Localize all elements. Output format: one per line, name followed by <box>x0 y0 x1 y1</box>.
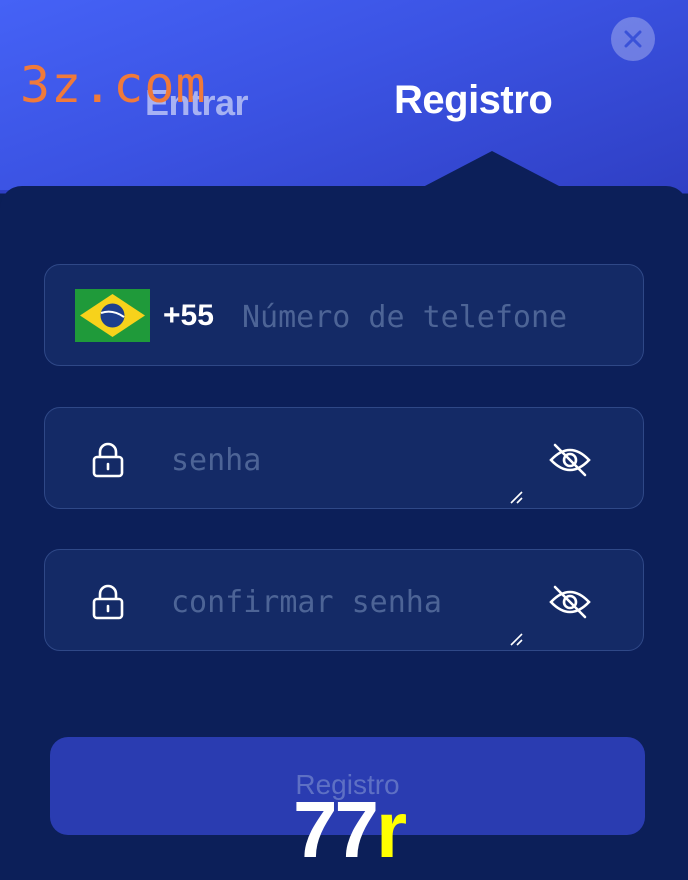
tab-registro[interactable]: Registro <box>394 78 553 123</box>
active-tab-indicator <box>423 151 561 187</box>
resize-grip-icon[interactable] <box>509 490 523 504</box>
confirm-password-input[interactable] <box>169 578 523 626</box>
phone-input[interactable] <box>240 293 604 341</box>
lock-icon <box>92 442 124 478</box>
password-field[interactable] <box>44 407 644 509</box>
brazil-flag-icon[interactable] <box>75 289 150 342</box>
brand-badge: 77r <box>293 790 407 870</box>
eye-off-icon[interactable] <box>548 442 592 478</box>
close-icon <box>624 30 642 48</box>
resize-grip-icon[interactable] <box>509 632 523 646</box>
badge-number: 77 <box>293 785 379 874</box>
phone-field[interactable]: +55 <box>44 264 644 366</box>
password-input[interactable] <box>169 436 523 484</box>
confirm-password-field[interactable] <box>44 549 644 651</box>
eye-off-icon[interactable] <box>548 584 592 620</box>
country-code[interactable]: +55 <box>163 299 214 333</box>
watermark-text: 3z.com <box>20 56 207 114</box>
lock-icon <box>92 584 124 620</box>
close-button[interactable] <box>611 17 655 61</box>
badge-letter: r <box>375 785 407 874</box>
